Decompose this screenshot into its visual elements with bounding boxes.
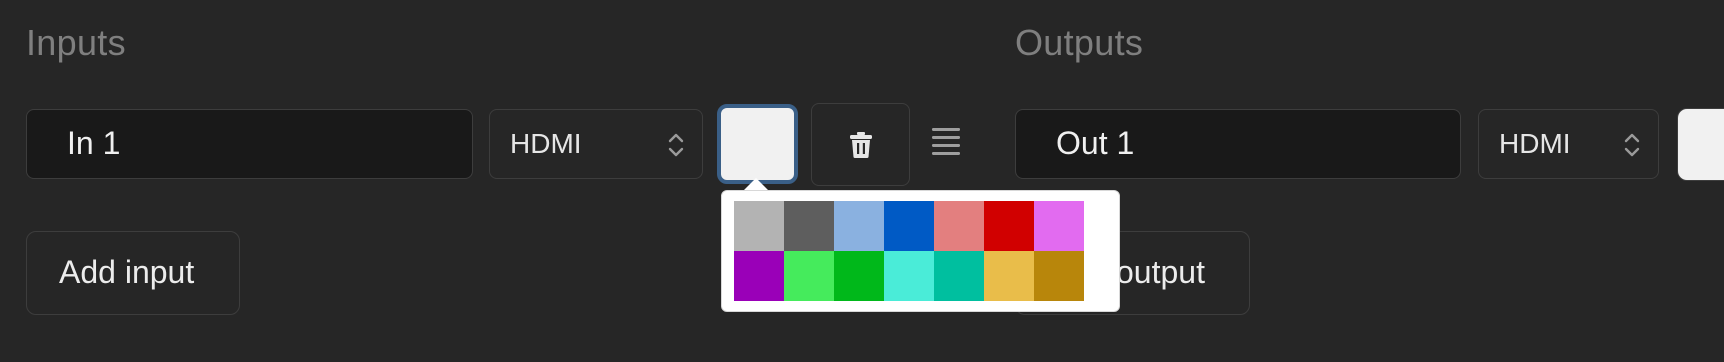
output-type-select[interactable]: HDMI <box>1478 109 1659 179</box>
input-name-field[interactable]: In 1 <box>26 109 473 179</box>
chevron-up-down-icon <box>668 133 684 157</box>
output-type-value: HDMI <box>1499 128 1571 159</box>
drag-handle-icon[interactable] <box>930 126 962 158</box>
add-output-label: output <box>1116 254 1205 290</box>
color-swatch[interactable] <box>784 201 834 251</box>
input-type-value: HDMI <box>510 128 582 159</box>
color-swatch[interactable] <box>734 251 784 301</box>
color-swatch-grid <box>734 201 1084 301</box>
color-swatch[interactable] <box>834 201 884 251</box>
color-picker-popover <box>721 190 1120 312</box>
inputs-title: Inputs <box>26 22 126 63</box>
add-input-button[interactable]: Add input <box>26 231 240 315</box>
input-color-button[interactable] <box>717 104 798 184</box>
color-swatch[interactable] <box>884 201 934 251</box>
trash-icon <box>850 132 872 158</box>
color-swatch[interactable] <box>934 201 984 251</box>
output-name-field[interactable]: Out 1 <box>1015 109 1461 179</box>
outputs-title: Outputs <box>1015 22 1144 63</box>
color-swatch[interactable] <box>734 201 784 251</box>
color-swatch[interactable] <box>984 201 1034 251</box>
color-swatch[interactable] <box>784 251 834 301</box>
color-swatch[interactable] <box>834 251 884 301</box>
output-color-button[interactable] <box>1677 108 1724 181</box>
delete-input-button[interactable] <box>811 103 910 186</box>
color-swatch[interactable] <box>1034 251 1084 301</box>
color-swatch[interactable] <box>1034 201 1084 251</box>
input-type-select[interactable]: HDMI <box>489 109 703 179</box>
color-swatch[interactable] <box>884 251 934 301</box>
chevron-up-down-icon <box>1624 133 1640 157</box>
color-swatch[interactable] <box>984 251 1034 301</box>
color-swatch[interactable] <box>934 251 984 301</box>
